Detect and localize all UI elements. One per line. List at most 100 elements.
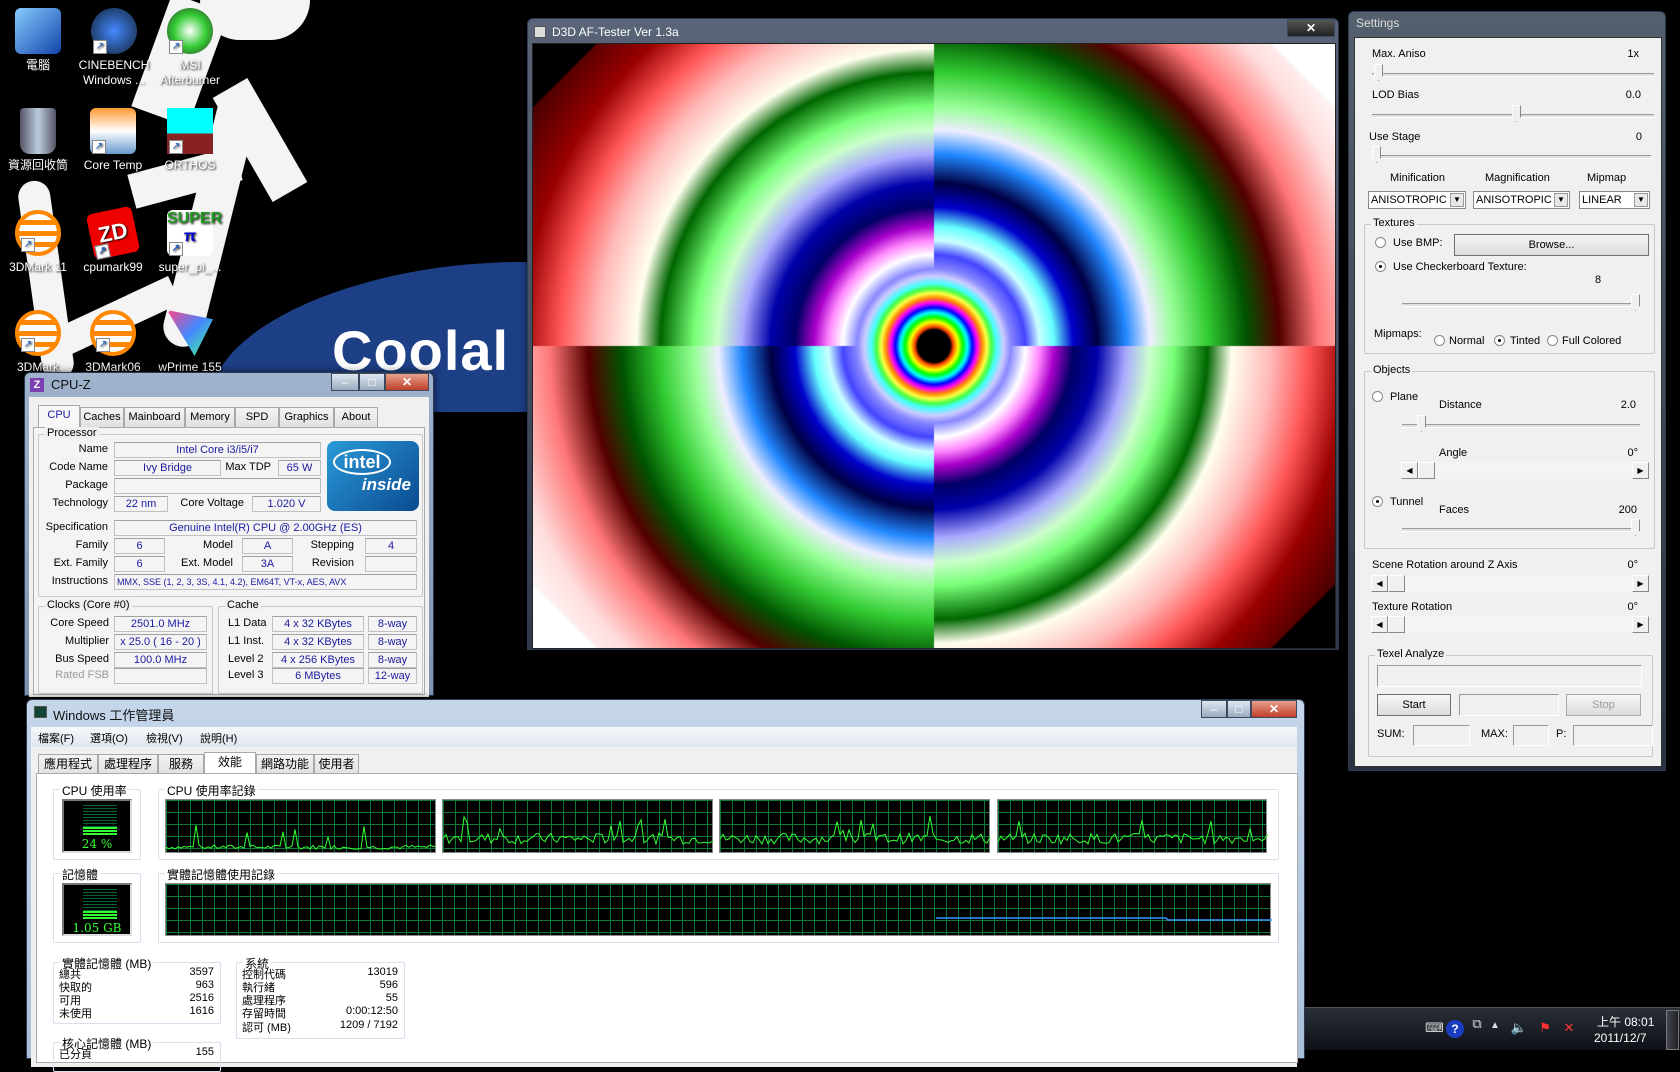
menu-help[interactable]: 說明(H) <box>200 730 237 746</box>
magnification-select[interactable]: ANISOTROPIC ▼ <box>1473 191 1570 209</box>
close-button[interactable]: ✕ <box>1251 700 1297 718</box>
arrow-left-icon[interactable]: ◀ <box>1371 616 1388 633</box>
menu-options[interactable]: 選項(O) <box>90 730 128 746</box>
tab-performance[interactable]: 效能 <box>204 752 256 774</box>
action-center-flag-icon[interactable]: ⚑ <box>1536 1020 1554 1038</box>
display-switch-icon[interactable]: ⧉ <box>1468 1016 1486 1034</box>
texel-progress-field <box>1459 694 1559 716</box>
arrow-right-icon[interactable]: ▶ <box>1632 462 1649 479</box>
volume-icon[interactable]: 🔈 <box>1510 1020 1528 1038</box>
window-title: D3D AF-Tester Ver 1.3a <box>552 25 679 39</box>
tab-users[interactable]: 使用者 <box>314 754 359 774</box>
tab-networking[interactable]: 網路功能 <box>256 754 314 774</box>
scroll-thumb[interactable] <box>1388 616 1405 633</box>
minimize-button[interactable]: – <box>1201 700 1227 718</box>
tab-caches[interactable]: Caches <box>80 407 124 427</box>
use-checkerboard-radio[interactable] <box>1375 261 1386 272</box>
browse-button[interactable]: Browse... <box>1454 234 1649 256</box>
arrow-right-icon[interactable]: ▶ <box>1632 616 1649 633</box>
desktop-icon-3dmark06[interactable]: ↗ 3DMark06 <box>75 310 151 375</box>
distance-value: 2.0 <box>1620 399 1636 411</box>
tab-applications[interactable]: 應用程式 <box>38 754 98 774</box>
minimize-button[interactable]: – <box>331 373 359 391</box>
faces-slider[interactable] <box>1402 519 1640 536</box>
menu-view[interactable]: 檢視(V) <box>146 730 183 746</box>
desktop-icon-core-temp[interactable]: ↗ Core Temp <box>75 108 151 173</box>
texture-rotation-scrollbar[interactable]: ◀ ▶ <box>1371 616 1649 633</box>
mipmap-tinted-label: Tinted <box>1510 335 1541 347</box>
plane-radio[interactable] <box>1372 391 1383 402</box>
desktop-icon-wprime[interactable]: ↗ wPrime 155 <box>152 310 228 375</box>
show-hidden-icons-chevron-icon[interactable]: ▲ <box>1486 1020 1504 1038</box>
faces-value: 200 <box>1618 504 1637 516</box>
physical-available-value: 2516 <box>189 992 214 1004</box>
tab-processes[interactable]: 處理程序 <box>98 754 158 774</box>
clock-time[interactable]: 上午 08:01 <box>1597 1013 1654 1030</box>
mipmap-normal-radio[interactable] <box>1434 335 1445 346</box>
cache-l1-data-way: 8-way <box>368 616 417 632</box>
max-aniso-slider[interactable] <box>1372 64 1654 81</box>
minification-select[interactable]: ANISOTROPIC ▼ <box>1368 191 1466 209</box>
texture-rotation-label: Texture Rotation <box>1372 601 1453 613</box>
system-processes-value: 55 <box>385 992 398 1004</box>
desktop-icon-cinebench[interactable]: ↗ CINEBENCH Windows ... <box>75 8 153 88</box>
use-stage-slider[interactable] <box>1372 146 1651 163</box>
menu-file[interactable]: 檔案(F) <box>38 730 74 746</box>
tunnel-render-viewport[interactable] <box>532 43 1336 649</box>
distance-slider[interactable] <box>1402 415 1640 432</box>
desktop-icon-orthos[interactable]: ↗ ORTHOS <box>152 108 228 173</box>
desktop-icon-cpumark99[interactable]: ZD ↗ cpumark99 <box>75 205 151 275</box>
use-bmp-radio[interactable] <box>1375 237 1386 248</box>
maximize-button[interactable]: □ <box>1227 700 1251 718</box>
memory-fill <box>83 911 117 919</box>
code-name-label: Code Name <box>49 461 108 473</box>
arrow-right-icon[interactable]: ▶ <box>1632 575 1649 592</box>
scroll-thumb[interactable] <box>1388 575 1405 592</box>
ext-family-value: 6 <box>114 556 165 572</box>
tab-graphics[interactable]: Graphics <box>279 407 334 427</box>
desktop-icon-afterburner[interactable]: ↗ MSI Afterburner <box>152 8 228 88</box>
slider-thumb[interactable] <box>1512 105 1521 122</box>
slider-thumb[interactable] <box>1372 146 1381 163</box>
tab-spd[interactable]: SPD <box>235 407 279 427</box>
arrow-left-icon[interactable]: ◀ <box>1401 462 1418 479</box>
clock-date[interactable]: 2011/12/7 <box>1594 1031 1647 1045</box>
desktop-icon-3dmark[interactable]: ↗ 3DMark <box>0 310 76 375</box>
maximize-button[interactable]: □ <box>359 373 385 391</box>
mipmap-select[interactable]: LINEAR ▼ <box>1579 191 1650 209</box>
desktop-icon-3dmark11[interactable]: ↗ 3DMark 11 <box>0 210 76 275</box>
mipmap-tinted-radio[interactable] <box>1494 335 1505 346</box>
help-icon[interactable]: ? <box>1446 1020 1464 1038</box>
checkerboard-slider[interactable] <box>1402 294 1640 311</box>
tunnel-radio[interactable] <box>1372 496 1383 507</box>
desktop-icon-recycle-bin[interactable]: 資源回收筒 <box>0 108 76 173</box>
tab-mainboard[interactable]: Mainboard <box>124 407 185 427</box>
core-voltage-value: 1.020 V <box>252 496 321 512</box>
lod-bias-slider[interactable] <box>1372 105 1654 122</box>
angle-scrollbar[interactable]: ◀ ▶ <box>1401 462 1649 479</box>
mipmap-full-colored-radio[interactable] <box>1547 335 1558 346</box>
show-desktop-button[interactable] <box>1666 1010 1679 1050</box>
cpu-history-graph-core-3 <box>719 799 991 853</box>
desktop-icon-superpi[interactable]: SUPER π ↗ super_pi_... <box>152 210 228 275</box>
tab-memory[interactable]: Memory <box>185 407 235 427</box>
arrow-left-icon[interactable]: ◀ <box>1371 575 1388 592</box>
scroll-thumb[interactable] <box>1418 462 1435 479</box>
angle-label: Angle <box>1439 447 1468 459</box>
close-button[interactable]: ✕ <box>385 373 429 391</box>
stop-button[interactable]: Stop <box>1566 694 1641 716</box>
scene-rotation-scrollbar[interactable]: ◀ ▶ <box>1371 575 1649 592</box>
tab-cpu[interactable]: CPU <box>38 405 80 427</box>
desktop-icon-computer[interactable]: 電腦 <box>0 8 76 73</box>
tab-about[interactable]: About <box>334 407 378 427</box>
start-button[interactable]: Start <box>1377 694 1451 716</box>
magnification-label: Magnification <box>1485 172 1550 184</box>
ext-family-label: Ext. Family <box>53 557 108 569</box>
close-button[interactable]: ✕ <box>1287 19 1335 37</box>
tab-services[interactable]: 服務 <box>158 754 204 774</box>
slider-thumb[interactable] <box>1374 64 1383 81</box>
cache-l2-label: Level 2 <box>228 653 264 665</box>
keyboard-icon[interactable]: ⌨ <box>1425 1020 1444 1038</box>
network-disconnected-icon[interactable]: ✕ <box>1560 1020 1578 1038</box>
3dmark-icon: ↗ <box>90 310 136 356</box>
